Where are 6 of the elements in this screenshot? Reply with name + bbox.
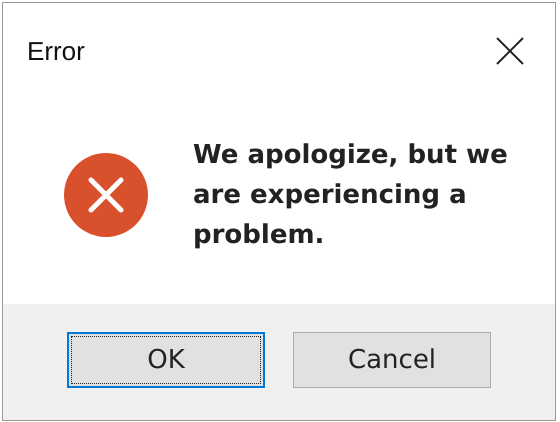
error-icon [63, 152, 149, 238]
close-icon[interactable] [495, 36, 525, 66]
dialog-button[interactable]: OK [67, 332, 265, 388]
error-message: We apologize, but we are experiencing a problem. [193, 138, 509, 252]
dialog-button[interactable]: Cancel [293, 332, 491, 388]
window-title: Error [27, 34, 85, 68]
